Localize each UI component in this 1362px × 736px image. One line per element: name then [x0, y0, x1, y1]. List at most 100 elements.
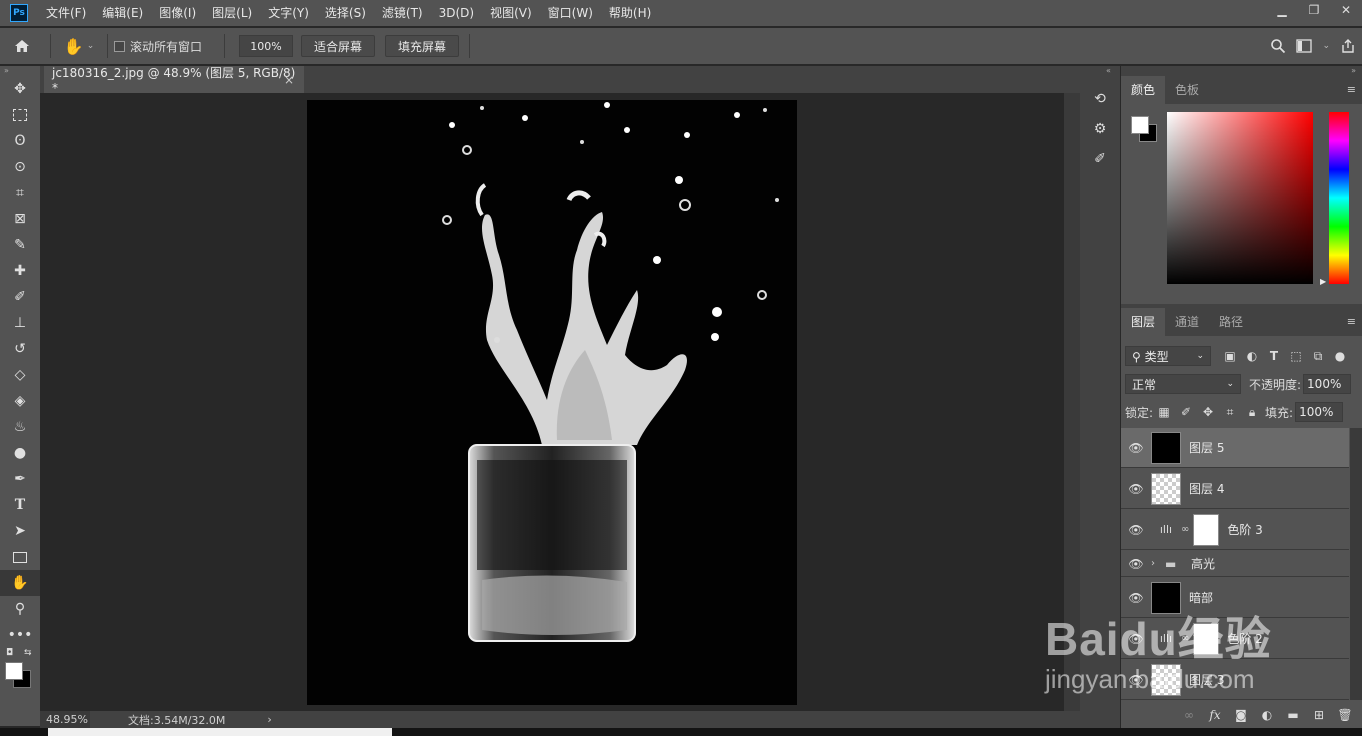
expand-icon[interactable]: « — [1080, 66, 1120, 76]
new-layer-icon[interactable]: ⊞ — [1308, 708, 1330, 722]
vertical-scrollbar[interactable] — [1064, 93, 1080, 711]
adjustment-filter-icon[interactable]: ◐ — [1241, 349, 1263, 363]
search-icon[interactable] — [1270, 38, 1286, 54]
add-mask-icon[interactable]: ◙ — [1230, 708, 1252, 722]
link-layers-icon[interactable]: ∞ — [1178, 708, 1200, 722]
collapse-icon[interactable]: » — [0, 66, 40, 76]
layer-row[interactable]: 👁︎ 暗部 — [1121, 578, 1349, 618]
menu-layer[interactable]: 图层(L) — [204, 0, 260, 26]
visibility-eye-icon[interactable]: 👁︎ — [1121, 441, 1151, 455]
foreground-color-chip[interactable] — [1131, 116, 1149, 134]
tab-channels[interactable]: 通道 — [1165, 308, 1209, 336]
blur-tool-icon[interactable]: ♨ — [0, 414, 40, 440]
layer-group-row[interactable]: 👁︎ › ▬ 高光 — [1121, 551, 1349, 577]
lasso-tool-icon[interactable]: ʘ — [0, 128, 40, 154]
lock-transparent-icon[interactable]: ▦ — [1153, 405, 1175, 419]
tab-swatches[interactable]: 色板 — [1165, 76, 1209, 104]
filter-toggle-icon[interactable]: ● — [1329, 349, 1351, 363]
layer-row[interactable]: 👁︎ 图层 4 — [1121, 469, 1349, 509]
blend-mode-dropdown[interactable]: 正常 ⌄ — [1125, 374, 1241, 394]
dodge-tool-icon[interactable]: ● — [0, 440, 40, 466]
default-colors-icon[interactable]: ◘ — [6, 648, 13, 658]
visibility-eye-icon[interactable]: 👁︎ — [1121, 632, 1151, 646]
zoom-tool-icon[interactable]: ⚲ — [0, 596, 40, 622]
eyedropper-tool-icon[interactable]: ✎ — [0, 232, 40, 258]
visibility-eye-icon[interactable]: 👁︎ — [1121, 673, 1151, 687]
fx-icon[interactable]: fx — [1204, 708, 1226, 722]
quick-selection-tool-icon[interactable]: ⊙ — [0, 154, 40, 180]
scroll-all-checkbox[interactable] — [114, 40, 125, 52]
paint-bucket-tool-icon[interactable]: ◈ — [0, 388, 40, 414]
menu-edit[interactable]: 编辑(E) — [94, 0, 151, 26]
menu-type[interactable]: 文字(Y) — [260, 0, 317, 26]
smart-object-filter-icon[interactable]: ⧉ — [1307, 349, 1329, 364]
menu-view[interactable]: 视图(V) — [482, 0, 540, 26]
layer-filter-dropdown[interactable]: ⚲ 类型 ⌄ — [1125, 346, 1211, 366]
crop-tool-icon[interactable]: ⌗ — [0, 180, 40, 206]
tab-layers[interactable]: 图层 — [1121, 308, 1166, 336]
type-tool-icon[interactable]: T — [0, 492, 40, 518]
opacity-field[interactable]: 100% — [1303, 374, 1352, 394]
hue-slider[interactable] — [1329, 112, 1349, 284]
menu-filter[interactable]: 滤镜(T) — [374, 0, 431, 26]
close-tab-icon[interactable]: × — [284, 73, 294, 87]
minimize-icon[interactable]: ▁ — [1266, 0, 1298, 20]
lock-position-icon[interactable]: ✥ — [1197, 405, 1219, 419]
hue-slider-handle[interactable]: ▶ — [1320, 277, 1326, 286]
visibility-eye-icon[interactable]: 👁︎ — [1121, 523, 1151, 537]
lock-image-icon[interactable]: ✐ — [1175, 405, 1197, 419]
pixel-filter-icon[interactable]: ▣ — [1219, 349, 1241, 363]
link-icon[interactable]: ∞ — [1181, 633, 1189, 644]
brush-tool-icon[interactable]: ✐ — [0, 284, 40, 310]
panel-menu-icon[interactable]: ≡ — [1347, 83, 1356, 96]
visibility-eye-icon[interactable]: 👁︎ — [1121, 482, 1151, 496]
lock-artboard-icon[interactable]: ⌗ — [1219, 405, 1241, 420]
move-tool-icon[interactable]: ✥ — [0, 76, 40, 102]
home-icon[interactable] — [0, 38, 44, 54]
layer-row[interactable]: 👁︎ ıllı ∞ 色阶 3 — [1121, 510, 1349, 550]
menu-help[interactable]: 帮助(H) — [601, 0, 659, 26]
rectangle-tool-icon[interactable] — [0, 544, 40, 570]
healing-brush-tool-icon[interactable]: ✚ — [0, 258, 40, 284]
fit-screen-button[interactable]: 适合屏幕 — [301, 35, 376, 57]
document-tab[interactable]: jc180316_2.jpg @ 48.9% (图层 5, RGB/8) * × — [44, 66, 304, 95]
shape-filter-icon[interactable]: ⬚ — [1285, 349, 1307, 363]
document-image[interactable] — [307, 100, 797, 705]
frame-tool-icon[interactable]: ⊠ — [0, 206, 40, 232]
close-icon[interactable]: ✕ — [1330, 0, 1362, 20]
menu-3d[interactable]: 3D(D) — [431, 0, 482, 26]
fill-field[interactable]: 100% — [1295, 402, 1344, 422]
clone-stamp-tool-icon[interactable]: ⊥ — [0, 310, 40, 336]
brush-settings-panel-icon[interactable]: ✐ — [1084, 146, 1116, 172]
layer-row[interactable]: 👁︎ 图层 5 — [1121, 428, 1349, 468]
status-menu-arrow[interactable]: › — [267, 713, 271, 726]
menu-window[interactable]: 窗口(W) — [540, 0, 601, 26]
hand-tool-preset-icon[interactable]: ✋ ⌄ — [57, 37, 101, 56]
layer-list-scrollbar[interactable] — [1350, 428, 1362, 700]
properties-panel-icon[interactable]: ⚙ — [1084, 116, 1116, 142]
share-icon[interactable] — [1340, 38, 1356, 54]
visibility-eye-icon[interactable]: 👁︎ — [1121, 557, 1151, 571]
menu-image[interactable]: 图像(I) — [151, 0, 204, 26]
restore-icon[interactable]: ❐ — [1298, 0, 1330, 20]
zoom-readout[interactable]: 48.95% — [40, 711, 90, 728]
layer-row[interactable]: 👁︎ 图层 3 — [1121, 660, 1349, 700]
new-adjustment-icon[interactable]: ◐ — [1256, 708, 1278, 722]
workspace-icon[interactable] — [1296, 39, 1313, 53]
layer-row[interactable]: 👁︎ ıllı ∞ 色阶 2 — [1121, 619, 1349, 659]
history-panel-icon[interactable]: ⟲ — [1084, 86, 1116, 112]
zoom-100-button[interactable]: 100% — [239, 35, 294, 57]
more-tools-icon[interactable]: ••• — [0, 622, 40, 648]
saturation-brightness-field[interactable] — [1167, 112, 1313, 284]
path-selection-tool-icon[interactable]: ➤ — [0, 518, 40, 544]
history-brush-tool-icon[interactable]: ↺ — [0, 336, 40, 362]
layers-panel-menu-icon[interactable]: ≡ — [1347, 315, 1356, 328]
tab-color[interactable]: 颜色 — [1121, 76, 1166, 104]
new-group-icon[interactable]: ▬ — [1282, 708, 1304, 722]
lock-all-icon[interactable]: 🔒︎ — [1241, 405, 1263, 420]
marquee-tool-icon[interactable] — [0, 102, 40, 128]
eraser-tool-icon[interactable]: ◇ — [0, 362, 40, 388]
menu-select[interactable]: 选择(S) — [317, 0, 374, 26]
swap-colors-icon[interactable]: ⇆ — [24, 648, 32, 658]
collapse-panels-icon[interactable]: » — [1121, 66, 1362, 76]
